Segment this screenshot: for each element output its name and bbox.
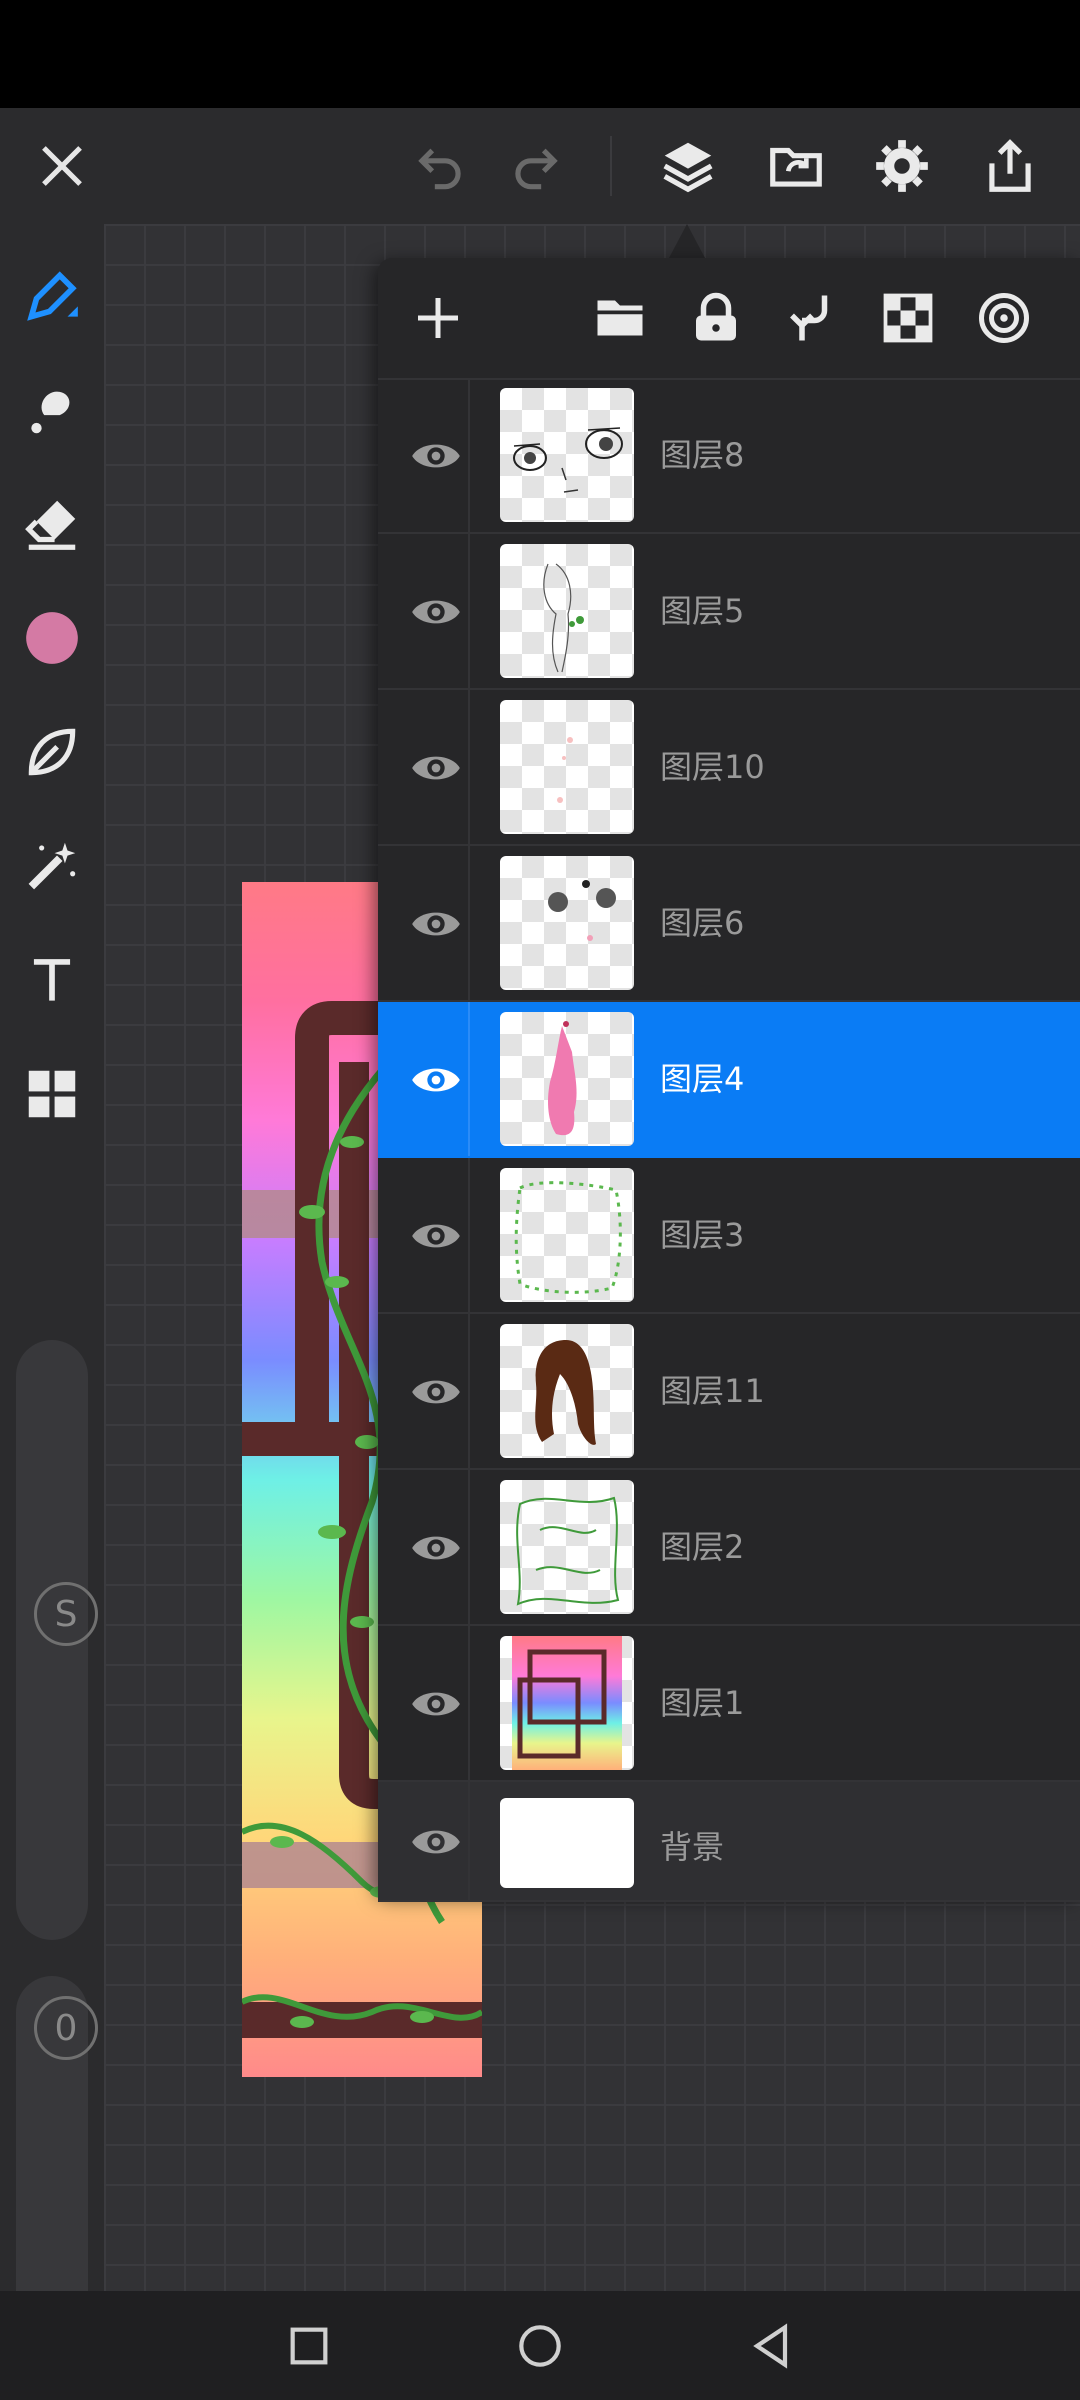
layer-thumbnail — [500, 1012, 634, 1146]
layer-thumbnail — [500, 856, 634, 990]
layer-thumbnail — [500, 1480, 634, 1614]
smudge-icon[interactable] — [14, 372, 90, 448]
tool-sidebar: S 0 — [0, 224, 104, 2376]
merge-down-icon[interactable] — [774, 280, 850, 356]
eye-icon[interactable] — [398, 574, 474, 650]
settings-icon[interactable] — [864, 128, 940, 204]
layer-name: 背景 — [660, 1828, 725, 1866]
system-navbar — [0, 2291, 1080, 2400]
transparency-icon[interactable] — [870, 280, 946, 356]
add-icon[interactable] — [400, 280, 476, 356]
text-icon[interactable] — [14, 942, 90, 1018]
size-slider[interactable]: S — [16, 1340, 98, 1940]
layer-name: 图层8 — [660, 436, 745, 474]
layer-name: 图层6 — [660, 904, 745, 942]
layer-thumbnail — [500, 388, 634, 522]
recent-apps-icon[interactable] — [274, 2311, 344, 2381]
eye-icon[interactable] — [398, 418, 474, 494]
size-badge: S — [34, 1582, 98, 1646]
eye-icon[interactable] — [398, 730, 474, 806]
layer-row[interactable]: 图层3 — [378, 1158, 1080, 1314]
layer-row[interactable]: 图层5 — [378, 534, 1080, 690]
eye-icon[interactable] — [398, 1804, 474, 1880]
layers-panel: 图层8 图层5 图层10 图层6 图层4 图层3 图层11 图层2 图层1 背景 — [378, 258, 1080, 1902]
eye-icon[interactable] — [398, 1198, 474, 1274]
redo-icon[interactable] — [498, 128, 574, 204]
back-icon[interactable] — [736, 2311, 806, 2381]
toolbar-separator — [610, 136, 612, 196]
top-toolbar — [0, 108, 1080, 224]
import-icon[interactable] — [758, 128, 834, 204]
folder-icon[interactable] — [582, 280, 658, 356]
layer-row-selected[interactable]: 图层4 — [378, 1002, 1080, 1158]
layer-row-background[interactable]: 背景 — [378, 1782, 1080, 1902]
layer-row[interactable]: 图层6 — [378, 846, 1080, 1002]
layers-icon[interactable] — [650, 128, 726, 204]
layer-name: 图层11 — [660, 1372, 765, 1410]
eye-icon[interactable] — [398, 1354, 474, 1430]
panel-pointer — [669, 224, 705, 258]
layer-name: 图层3 — [660, 1216, 745, 1254]
layer-thumbnail — [500, 1798, 634, 1888]
layer-thumbnail — [500, 544, 634, 678]
layer-name: 图层5 — [660, 592, 745, 630]
shape-icon[interactable] — [14, 714, 90, 790]
undo-icon[interactable] — [402, 128, 478, 204]
layer-name: 图层1 — [660, 1684, 745, 1722]
layer-thumbnail — [500, 1324, 634, 1458]
layer-thumbnail — [500, 1168, 634, 1302]
layer-row[interactable]: 图层2 — [378, 1470, 1080, 1626]
eraser-icon[interactable] — [14, 486, 90, 562]
home-icon[interactable] — [505, 2311, 575, 2381]
layer-thumbnail — [500, 700, 634, 834]
opacity-badge: 0 — [34, 1996, 98, 2060]
eye-icon[interactable] — [398, 1042, 474, 1118]
layer-thumbnail — [500, 1636, 634, 1770]
close-icon[interactable] — [24, 128, 100, 204]
brush-icon[interactable] — [14, 258, 90, 334]
export-icon[interactable] — [972, 128, 1048, 204]
layer-row[interactable]: 图层8 — [378, 378, 1080, 534]
color-swatch[interactable] — [14, 600, 90, 676]
eye-icon[interactable] — [398, 1666, 474, 1742]
eye-icon[interactable] — [398, 886, 474, 962]
layer-name: 图层10 — [660, 748, 765, 786]
eye-icon[interactable] — [398, 1510, 474, 1586]
layer-row[interactable]: 图层10 — [378, 690, 1080, 846]
status-bar — [0, 0, 1080, 108]
layer-row[interactable]: 图层1 — [378, 1626, 1080, 1782]
layer-name: 图层2 — [660, 1528, 745, 1566]
layer-name: 图层4 — [660, 1060, 745, 1098]
layer-row[interactable]: 图层11 — [378, 1314, 1080, 1470]
grid-icon[interactable] — [14, 1056, 90, 1132]
magic-wand-icon[interactable] — [14, 828, 90, 904]
target-icon[interactable] — [966, 280, 1042, 356]
layers-toolbar — [378, 258, 1080, 380]
lock-icon[interactable] — [678, 280, 754, 356]
